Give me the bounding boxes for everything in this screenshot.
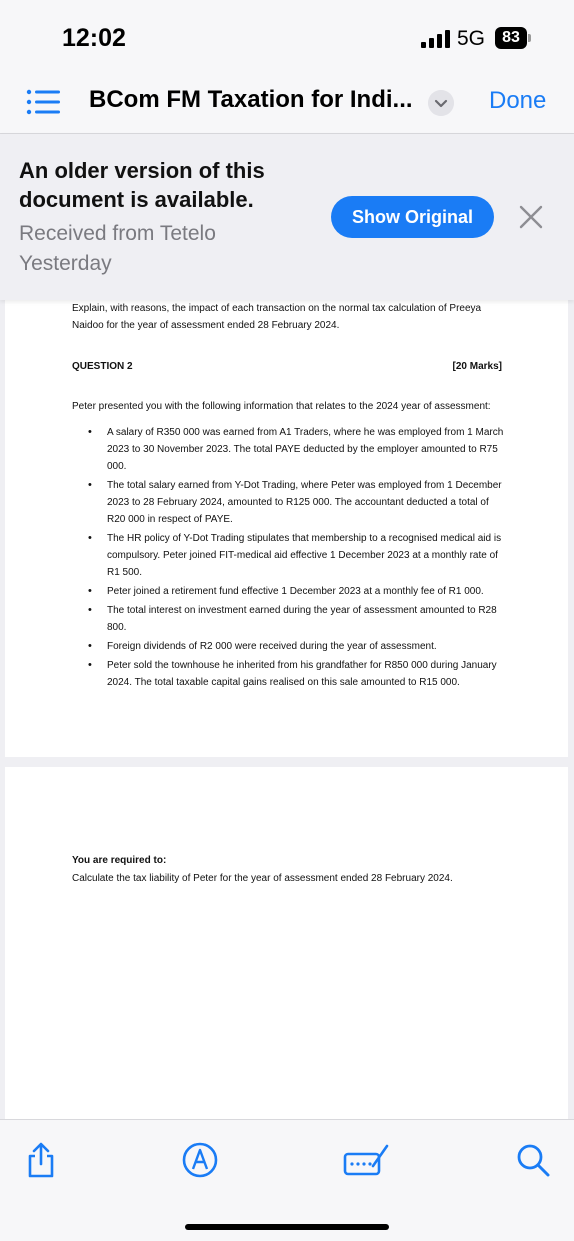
document-title[interactable]: BCom FM Taxation for Indi... bbox=[89, 86, 413, 114]
show-original-button[interactable]: Show Original bbox=[331, 196, 494, 238]
question-heading: QUESTION 2 [20 Marks] bbox=[72, 358, 502, 375]
list-item: A salary of R350 000 was earned from A1 … bbox=[88, 424, 508, 475]
keyboard-icon[interactable] bbox=[343, 1140, 389, 1180]
list-item: Foreign dividends of R2 000 were receive… bbox=[88, 638, 508, 655]
intro-paragraph: Explain, with reasons, the impact of eac… bbox=[72, 303, 482, 331]
question-marks: [20 Marks] bbox=[452, 361, 502, 372]
battery-level: 83 bbox=[495, 27, 527, 49]
banner-subtitle: Received from Tetelo Yesterday bbox=[19, 222, 216, 275]
question-title: QUESTION 2 bbox=[72, 361, 133, 372]
list-item: The total interest on investment earned … bbox=[88, 602, 508, 636]
status-time: 12:02 bbox=[62, 24, 126, 52]
search-icon[interactable] bbox=[513, 1140, 553, 1180]
list-item: Peter sold the townhouse he inherited fr… bbox=[88, 657, 508, 691]
list-item: The HR policy of Y-Dot Trading stipulate… bbox=[88, 530, 508, 581]
share-icon[interactable] bbox=[21, 1140, 61, 1180]
nav-bar: BCom FM Taxation for Indi... Done bbox=[0, 70, 574, 134]
lead-paragraph: Peter presented you with the following i… bbox=[72, 401, 491, 412]
list-item: The total salary earned from Y-Dot Tradi… bbox=[88, 477, 508, 528]
markup-icon[interactable] bbox=[180, 1140, 220, 1180]
banner-message: An older version of this document is ava… bbox=[19, 158, 265, 212]
status-bar: 12:02 5G 83 bbox=[0, 0, 574, 70]
info-bullet-list: A salary of R350 000 was earned from A1 … bbox=[88, 424, 508, 693]
older-version-banner: An older version of this document is ava… bbox=[0, 134, 574, 300]
bottom-toolbar bbox=[0, 1119, 574, 1241]
list-icon[interactable] bbox=[26, 88, 60, 116]
required-text: Calculate the tax liability of Peter for… bbox=[72, 873, 453, 884]
chevron-down-icon[interactable] bbox=[428, 90, 454, 116]
network-type: 5G bbox=[457, 27, 486, 50]
required-heading: You are required to: bbox=[72, 855, 167, 866]
home-indicator[interactable] bbox=[185, 1224, 389, 1230]
battery-icon: 83 bbox=[495, 27, 531, 49]
close-icon[interactable] bbox=[518, 204, 544, 230]
document-page-1[interactable]: Explain, with reasons, the impact of eac… bbox=[5, 290, 568, 757]
list-item: Peter joined a retirement fund effective… bbox=[88, 583, 508, 600]
signal-icon bbox=[421, 30, 450, 48]
document-page-2[interactable]: You are required to: Calculate the tax l… bbox=[5, 767, 568, 1119]
done-button[interactable]: Done bbox=[489, 87, 546, 115]
